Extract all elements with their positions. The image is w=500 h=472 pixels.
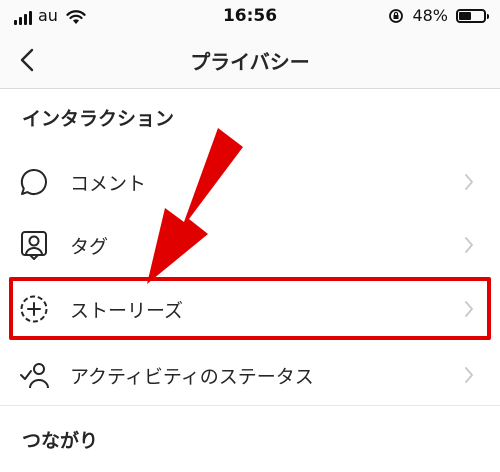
chevron-left-icon — [20, 48, 34, 72]
menu-item-label: タグ — [70, 236, 109, 258]
menu-item-label: ストーリーズ — [70, 300, 184, 322]
status-right: 48% — [388, 6, 489, 25]
battery-percent: 48% — [412, 6, 448, 25]
section-divider — [0, 405, 500, 406]
story-plus-icon — [20, 295, 48, 323]
menu-item-label: コメント — [70, 173, 147, 195]
back-button[interactable] — [14, 42, 44, 78]
battery-icon — [456, 8, 489, 23]
page-title: プライバシー — [190, 50, 310, 74]
menu-item-label: アクティビティのステータス — [70, 366, 314, 388]
chevron-right-icon — [465, 174, 473, 190]
status-bar: au 16:56 48% — [0, 0, 500, 32]
menu-item-stories[interactable]: ストーリーズ — [0, 277, 500, 339]
chevron-right-icon — [465, 301, 473, 317]
activity-status-icon — [20, 363, 49, 389]
navigation-bar: プライバシー — [0, 32, 500, 89]
chevron-right-icon — [465, 237, 473, 253]
chevron-right-icon — [465, 367, 473, 383]
menu-item-tags[interactable]: タグ — [0, 213, 500, 275]
menu-item-activity-status[interactable]: アクティビティのステータス — [0, 343, 500, 405]
person-tag-icon — [21, 231, 47, 260]
orientation-lock-icon — [389, 8, 404, 23]
section-header-connections: つながり — [22, 430, 99, 452]
menu-item-comments[interactable]: コメント — [0, 150, 500, 212]
comment-bubble-icon — [20, 168, 47, 195]
battery-level-fill — [459, 11, 471, 20]
section-header-interactions: インタラクション — [22, 108, 175, 130]
